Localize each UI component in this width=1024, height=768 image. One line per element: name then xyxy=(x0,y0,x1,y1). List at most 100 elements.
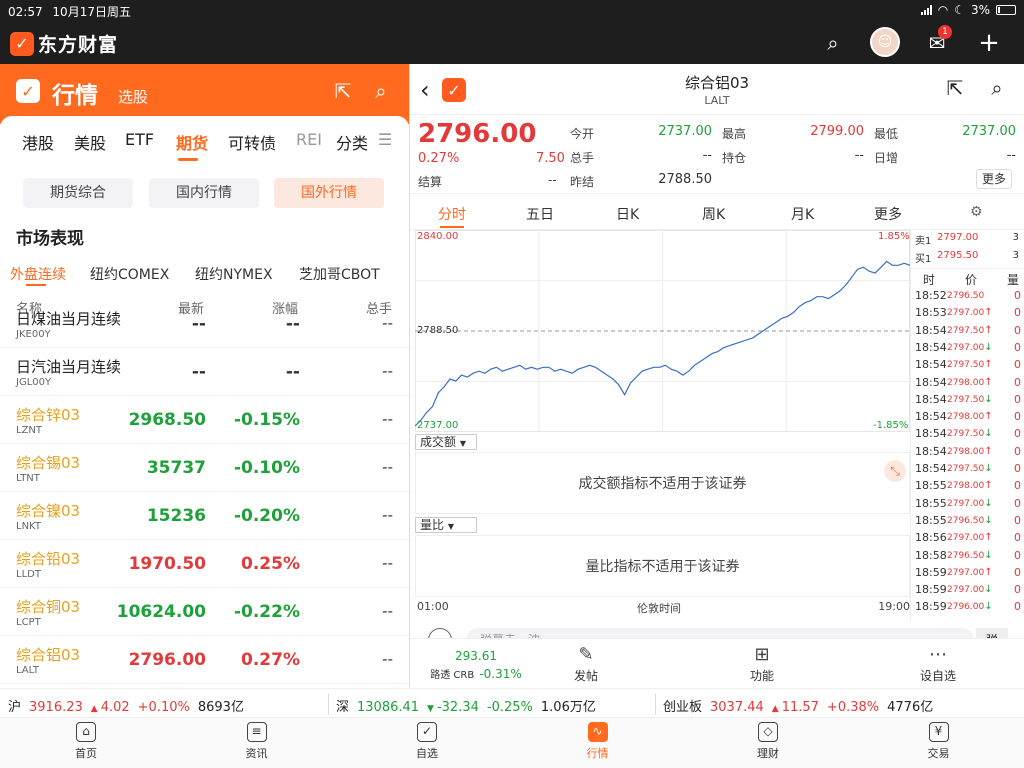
table-row[interactable]: 综合锡03 LTNT 35737 -0.10% -- xyxy=(0,444,409,492)
tab-2[interactable]: ETF xyxy=(125,130,154,149)
tick-arrow-icon: ↑ xyxy=(984,532,993,544)
nav-item-3[interactable]: ∿ 行情 xyxy=(558,722,638,761)
period-tab-0[interactable]: 分时 xyxy=(438,204,466,224)
market-tab-3[interactable]: 芝加哥CBOT xyxy=(299,264,380,284)
quote-field-value: -- xyxy=(1006,148,1016,163)
quote-field-value: 2737.00 xyxy=(658,124,712,139)
tick-vol: 0 xyxy=(1014,583,1021,597)
period-tab-1[interactable]: 五日 xyxy=(526,204,554,224)
search-icon[interactable]: ⌕ xyxy=(984,76,1010,100)
tab-3[interactable]: 期货 xyxy=(176,130,208,154)
share-icon[interactable]: ⇱ xyxy=(942,76,968,100)
nav-item-5[interactable]: ¥ 交易 xyxy=(899,722,979,761)
table-row[interactable]: 综合铜03 LCPT 10624.00 -0.22% -- xyxy=(0,588,409,636)
sell1-row: 卖1 2797.00 3 xyxy=(915,230,1023,248)
add-icon[interactable]: + xyxy=(976,30,1002,56)
nav-label: 理财 xyxy=(757,747,779,760)
subtab-1[interactable]: 国内行情 xyxy=(149,178,259,208)
x-mid: 伦敦时间 xyxy=(637,602,681,615)
table-row[interactable]: 综合锌03 LZNT 2968.50 -0.15% -- xyxy=(0,396,409,444)
market-tab-2[interactable]: 纽约NYMEX xyxy=(195,264,273,284)
quote-field-label: 昨结 xyxy=(570,175,595,189)
tab-1[interactable]: 美股 xyxy=(74,130,106,154)
nav-label: 行情 xyxy=(586,747,609,760)
tick-price-value: 2797.00 xyxy=(947,567,985,578)
tab-6[interactable]: 分类 xyxy=(336,130,368,154)
action-2[interactable]: ⋯ 设自选 xyxy=(898,643,978,684)
index-strip: 沪 3916.23 ▲ 4.02 +0.10% 8693亿 深 13086.41 ▼ -32.34… xyxy=(0,688,1024,718)
nav-item-1[interactable]: ≡ 资讯 xyxy=(217,722,297,761)
tick-row: 18:55 2797.00↓ 0 xyxy=(911,496,1024,513)
expand-icon[interactable]: ⤡ xyxy=(884,460,906,482)
menu-icon[interactable]: ☰ xyxy=(378,130,392,149)
search-icon[interactable]: ⌕ xyxy=(820,30,846,56)
tick-vol: 0 xyxy=(1014,600,1021,614)
nav-label: 资讯 xyxy=(245,747,268,760)
table-row[interactable]: 综合镍03 LNKT 15236 -0.20% -- xyxy=(0,492,409,540)
subtab-0[interactable]: 期货综合 xyxy=(23,178,133,208)
status-date: 10月17日周五 xyxy=(52,5,131,19)
tick-arrow-icon: ↑ xyxy=(984,480,993,492)
subtab-2[interactable]: 国外行情 xyxy=(274,178,384,208)
row-code: LCPT xyxy=(16,617,41,628)
tab-5[interactable]: REI xyxy=(296,130,322,149)
mini-index-name: 路透 CRB xyxy=(430,670,475,681)
settings-icon[interactable]: ⚙ xyxy=(970,204,983,220)
market-tab-0[interactable]: 外盘连续 xyxy=(10,264,66,284)
stock-picker-link[interactable]: 选股 xyxy=(118,86,148,107)
search-icon[interactable]: ⌕ xyxy=(368,79,394,103)
nav-item-2[interactable]: ✓ 自选 xyxy=(387,722,467,761)
index-divider xyxy=(655,693,656,715)
share-icon[interactable]: ⇱ xyxy=(330,79,356,103)
action-icon: ✎ xyxy=(578,644,594,665)
tick-arrow-icon: ↑ xyxy=(984,324,993,336)
tick-price: 2796.50 xyxy=(947,290,984,301)
tick-vol: 0 xyxy=(1014,340,1021,354)
index-item-0[interactable]: 沪 3916.23 ▲ 4.02 +0.10% 8693亿 xyxy=(8,696,252,715)
ratio-selector[interactable]: 量比 ▼ xyxy=(415,517,477,533)
tick-time: 18:55 xyxy=(915,513,947,527)
tick-time: 18:58 xyxy=(915,548,947,562)
nav-label: 首页 xyxy=(75,747,97,760)
tick-time: 18:59 xyxy=(915,583,947,597)
table-row[interactable]: 综合铅03 LLDT 1970.50 0.25% -- xyxy=(0,540,409,588)
tick-panel[interactable]: 卖1 2797.00 3 买1 2795.50 3 时 价 量 18:52 279… xyxy=(910,230,1024,622)
market-card: 港股 美股 ETF 期货 可转债 REI 分类 ☰ 期货综合 国内行情 国外行情 市场表现 外盘连… xyxy=(0,116,409,688)
row-total: -- xyxy=(382,458,393,476)
mini-index[interactable]: 293.61 路透 CRB -0.31% xyxy=(416,643,536,682)
index-item-2[interactable]: 创业板 3037.44 ▲ 11.57 +0.38% 4776亿 xyxy=(663,696,941,715)
buy1-label: 买1 xyxy=(915,254,932,265)
action-1[interactable]: ⊞ 功能 xyxy=(722,643,802,684)
brand-logo[interactable]: ✓ 东方财富 xyxy=(10,30,118,57)
nav-icon: ✓ xyxy=(417,722,437,742)
action-0[interactable]: ✎ 发帖 xyxy=(546,643,626,684)
nav-item-4[interactable]: ◇ 理财 xyxy=(728,722,808,761)
tick-price: 2798.00↑ xyxy=(947,446,993,457)
intraday-chart[interactable] xyxy=(415,230,910,432)
period-tab-5[interactable]: 更多 xyxy=(874,204,902,224)
tick-row: 18:59 2797.00↓ 0 xyxy=(911,582,1024,599)
tab-0[interactable]: 港股 xyxy=(22,130,54,154)
table-row[interactable]: 综合铝03 LALT 2796.00 0.27% -- xyxy=(0,636,409,684)
period-tab-2[interactable]: 日K xyxy=(616,204,639,224)
ratio-panel: 量比指标不适用于该证券 xyxy=(415,535,910,597)
index-item-1[interactable]: 深 13086.41 ▼ -32.34 -0.25% 1.06万亿 xyxy=(336,696,604,715)
tab-4[interactable]: 可转债 xyxy=(228,130,276,154)
tick-vol: 0 xyxy=(1014,410,1021,424)
volume-selector[interactable]: 成交额 ▼ xyxy=(415,434,477,450)
tick-arrow-icon: ↓ xyxy=(984,549,993,561)
market-tab-1[interactable]: 纽约COMEX xyxy=(90,264,169,284)
table-row[interactable]: 日煤油当月连续 JKE00Y -- -- -- xyxy=(0,300,409,348)
nav-icon: ≡ xyxy=(246,722,267,742)
quote-field-label: 总手 xyxy=(570,151,595,165)
nav-item-0[interactable]: ⌂ 首页 xyxy=(46,722,126,761)
avatar[interactable]: ☺ xyxy=(870,27,900,57)
more-button[interactable]: 更多 xyxy=(976,169,1012,189)
period-tab-4[interactable]: 月K xyxy=(791,204,814,224)
row-total: -- xyxy=(382,650,393,668)
tick-price-value: 2797.50 xyxy=(947,360,985,371)
period-tab-3[interactable]: 周K xyxy=(702,204,725,224)
tick-price: 2797.00↓ xyxy=(947,498,993,509)
change-amount: 7.50 xyxy=(536,151,565,166)
table-row[interactable]: 日汽油当月连续 JGL00Y -- -- -- xyxy=(0,348,409,396)
